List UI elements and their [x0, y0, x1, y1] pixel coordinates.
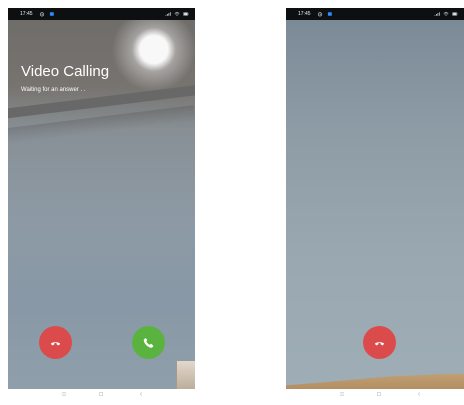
status-right-icons	[165, 11, 189, 17]
navigation-bar	[8, 389, 195, 399]
battery-icon	[183, 12, 189, 16]
battery-icon	[452, 12, 458, 16]
status-bar: 17:45	[286, 8, 464, 20]
alarm-icon	[39, 12, 45, 17]
end-call-icon	[374, 342, 385, 346]
notification-icon	[327, 12, 332, 16]
camera-preview: Video Calling Waiting for an answer . .	[8, 20, 195, 389]
call-subtitle: Waiting for an answer . .	[21, 87, 86, 93]
status-left-icons	[317, 11, 333, 17]
status-time: 17:45	[298, 11, 311, 17]
status-right-icons	[434, 11, 458, 17]
home-icon[interactable]	[98, 391, 104, 397]
status-left-icons	[39, 11, 55, 17]
back-icon[interactable]	[416, 391, 422, 397]
notification-icon	[49, 12, 54, 16]
status-time: 17:45	[20, 11, 33, 17]
signal-icon	[165, 12, 171, 16]
end-call-icon	[50, 342, 61, 346]
remote-video-view	[286, 20, 464, 389]
end-call-button[interactable]	[39, 326, 72, 359]
right-phone-screen: 17:45	[286, 8, 464, 399]
home-icon[interactable]	[376, 391, 382, 397]
end-call-button[interactable]	[363, 326, 396, 359]
signal-icon	[434, 12, 440, 16]
accept-call-icon	[143, 338, 154, 348]
floor-surface	[286, 373, 464, 389]
call-status-block: Video Calling Waiting for an answer . .	[21, 63, 109, 94]
furniture	[176, 361, 195, 389]
wifi-icon	[174, 12, 180, 17]
menu-icon[interactable]	[61, 391, 67, 397]
left-phone-screen: 17:45 Video Calling Waiting for an answe…	[8, 8, 195, 399]
call-title: Video Calling	[21, 63, 110, 80]
navigation-bar	[286, 389, 464, 399]
back-icon[interactable]	[138, 391, 144, 397]
menu-icon[interactable]	[339, 391, 345, 397]
alarm-icon	[317, 12, 323, 17]
status-bar: 17:45	[8, 8, 195, 20]
accept-call-button[interactable]	[132, 326, 165, 359]
wifi-icon	[443, 12, 449, 17]
